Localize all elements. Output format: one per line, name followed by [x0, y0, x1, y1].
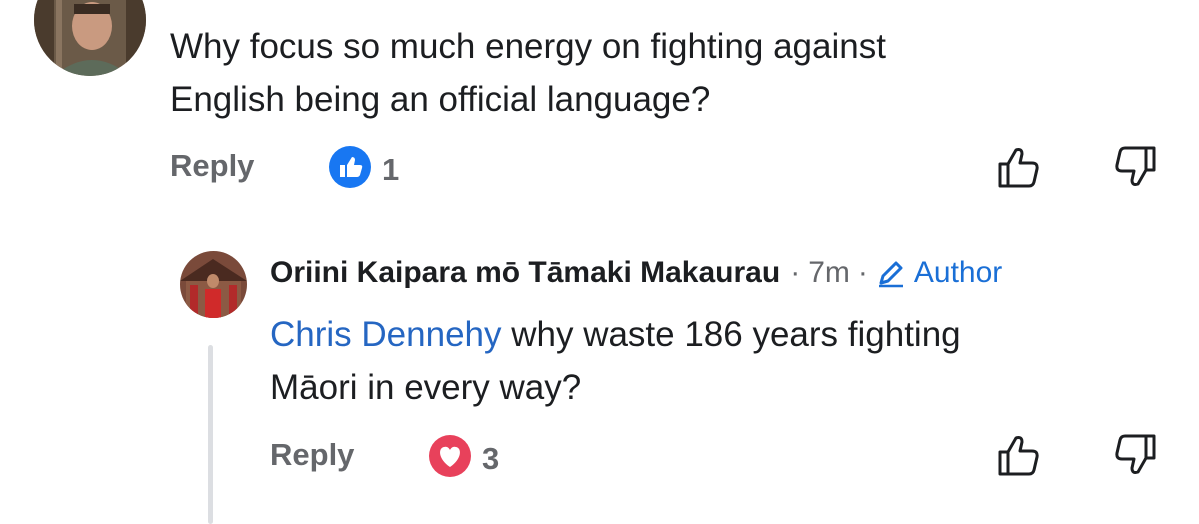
reply-button[interactable]: Reply: [270, 437, 354, 473]
separator: ·: [790, 256, 801, 289]
thumbs-up-icon: [998, 436, 1039, 476]
reply-text-line: Māori in every way?: [270, 368, 582, 407]
pencil-icon: [878, 261, 903, 288]
separator: ·: [857, 256, 868, 289]
reply-button[interactable]: Reply: [170, 148, 254, 184]
like-reaction-icon: [328, 145, 372, 194]
reaction-count: 3: [482, 440, 500, 476]
thumbs-up-icon: [998, 148, 1039, 188]
reply-text: Chris Dennehy why waste 186 years fighti…: [270, 308, 961, 414]
love-reaction-icon: [428, 434, 472, 483]
comment-text: Why focus so much energy on fighting aga…: [170, 20, 886, 126]
thread-connector-line: [208, 345, 213, 524]
reaction-summary[interactable]: 3: [428, 434, 499, 483]
upvote-button[interactable]: [996, 432, 1044, 483]
author-name[interactable]: Oriini Kaipara mō Tāmaki Makaurau: [270, 256, 780, 290]
mention-link[interactable]: Chris Dennehy: [270, 315, 502, 354]
downvote-button[interactable]: [1110, 432, 1158, 483]
author-badge-label: Author: [913, 256, 1003, 289]
timestamp[interactable]: 7m: [808, 256, 850, 290]
reply-header: Oriini Kaipara mō Tāmaki Makaurau · 7m ·…: [270, 256, 1002, 290]
comment-text-line: Why focus so much energy on fighting aga…: [170, 27, 886, 66]
thumbs-down-icon: [1115, 434, 1156, 474]
downvote-button[interactable]: [1110, 144, 1158, 195]
reply-author-avatar[interactable]: [180, 251, 247, 318]
author-badge: Author: [876, 256, 1002, 290]
commenter-avatar[interactable]: [34, 0, 146, 76]
thumbs-down-icon: [1115, 146, 1156, 186]
comment-text-line: English being an official language?: [170, 80, 711, 119]
reaction-summary[interactable]: 1: [328, 145, 399, 194]
reply-text-rest: why waste 186 years fighting: [501, 315, 961, 354]
reaction-count: 1: [382, 151, 400, 187]
reply-text-line: Chris Dennehy why waste 186 years fighti…: [270, 308, 961, 361]
upvote-button[interactable]: [996, 144, 1044, 195]
